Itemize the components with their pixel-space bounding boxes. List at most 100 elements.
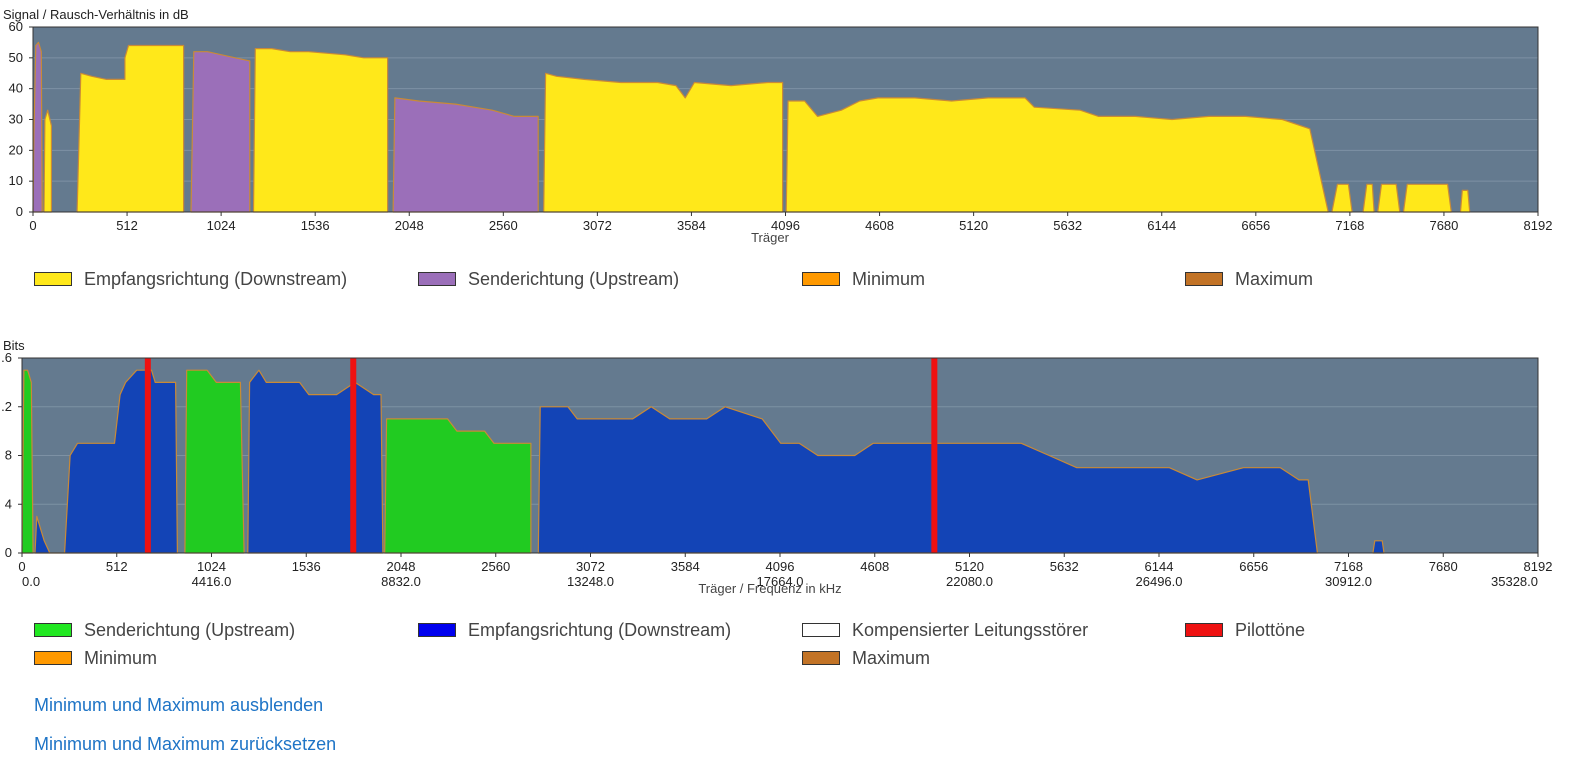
x-tick-label: 1536 [292, 559, 321, 574]
x-tick-label: 8192 [1524, 218, 1553, 233]
series-area-a [184, 369, 245, 554]
x-tick-label: 5120 [955, 559, 984, 574]
legend-item-upstream: Senderichtung (Upstream) [418, 268, 679, 290]
x-tick-label: 1024 [197, 559, 226, 574]
y-tick-label: .2 [1, 399, 12, 414]
compensated-swatch [802, 623, 840, 637]
y-tick-label: 40 [9, 81, 23, 96]
x-tick-label: 5632 [1053, 218, 1082, 233]
upstream-swatch [418, 272, 456, 286]
y-tick-label: 0 [5, 545, 12, 560]
minimum-swatch [802, 272, 840, 286]
y-tick-label: 60 [9, 19, 23, 34]
series-area-b [190, 51, 251, 213]
x-tick-label-frequency: 30912.0 [1325, 574, 1372, 589]
x-tick-label: 3584 [677, 218, 706, 233]
x-tick-label: 5632 [1050, 559, 1079, 574]
legend-item-downstream: Empfangsrichtung (Downstream) [34, 268, 347, 290]
legend-label: Maximum [1235, 268, 1314, 289]
bits-legend: Senderichtung (Upstream) Empfangsrichtun… [34, 619, 1574, 671]
y-tick-label: 10 [9, 173, 23, 188]
x-tick-label-frequency: 26496.0 [1136, 574, 1183, 589]
pilot-tone [144, 358, 151, 553]
legend-label: Kompensierter Leitungsstörer [852, 619, 1089, 640]
y-tick-label: 50 [9, 50, 23, 65]
maximum-swatch [1185, 272, 1223, 286]
snr-x-axis-label: Träger [751, 230, 789, 245]
bits-chart: Bits 048.2.6 0 512 1024 1536 2048 2560 3072 358… [1, 338, 1553, 596]
legend-label: Pilottöne [1235, 619, 1306, 640]
x-tick-label: 3072 [576, 559, 605, 574]
legend-label: Empfangsrichtung (Downstream) [468, 619, 732, 640]
x-tick-label: 4608 [865, 218, 894, 233]
x-tick-label: 8192 [1524, 559, 1553, 574]
snr-x-ticks: 0 512 1024 1536 2048 2560 3072 3584 4096 4608 5120… [29, 212, 1552, 233]
x-tick-label: 512 [106, 559, 128, 574]
upstream-swatch [34, 623, 72, 637]
x-tick-label: 3584 [671, 559, 700, 574]
series-area-a [1402, 183, 1452, 213]
x-tick-label: 4096 [766, 559, 795, 574]
x-tick-label: 512 [116, 218, 138, 233]
series-area-a [43, 109, 52, 213]
x-tick-label: 7168 [1335, 218, 1364, 233]
pilot-tone [931, 358, 938, 553]
x-tick-label: 2560 [481, 559, 510, 574]
minimum-swatch [34, 651, 72, 665]
legend-item-minimum: Minimum [34, 647, 157, 669]
x-tick-label: 2048 [395, 218, 424, 233]
legend-label: Senderichtung (Upstream) [84, 619, 296, 640]
x-tick-label-frequency: 13248.0 [567, 574, 614, 589]
legend-label: Empfangsrichtung (Downstream) [84, 268, 348, 289]
x-tick-label: 6656 [1239, 559, 1268, 574]
y-tick-label: 8 [5, 448, 12, 463]
series-area-b [247, 369, 384, 554]
x-tick-label: 7680 [1429, 218, 1458, 233]
x-tick-label: 0 [18, 559, 25, 574]
legend-item-compensated: Kompensierter Leitungsstörer [802, 619, 1088, 641]
x-tick-label-frequency: 35328.0 [1491, 574, 1538, 589]
series-area-a [1377, 183, 1401, 213]
snr-legend: Empfangsrichtung (Downstream) Sendericht… [34, 268, 1574, 292]
y-tick-label: 4 [5, 496, 12, 511]
x-tick-label: 3072 [583, 218, 612, 233]
hide-minmax-link[interactable]: Minimum und Maximum ausblenden [34, 695, 323, 716]
downstream-swatch [418, 623, 456, 637]
x-tick-label: 7680 [1429, 559, 1458, 574]
x-tick-label: 1536 [301, 218, 330, 233]
legend-label: Maximum [852, 647, 931, 668]
x-tick-label-frequency: 8832.0 [381, 574, 421, 589]
legend-label: Minimum [84, 647, 158, 668]
x-tick-label: 2048 [387, 559, 416, 574]
downstream-swatch [34, 272, 72, 286]
legend-label: Senderichtung (Upstream) [468, 268, 680, 289]
series-area-a [252, 48, 389, 213]
legend-item-upstream: Senderichtung (Upstream) [34, 619, 295, 641]
snr-y-axis-label: Signal / Rausch-Verhältnis in dB [3, 7, 189, 22]
y-tick-label: 0 [16, 204, 23, 219]
reset-minmax-link[interactable]: Minimum und Maximum zurücksetzen [34, 734, 336, 755]
x-tick-label-frequency: 0.0 [22, 574, 40, 589]
pilot-tone [350, 358, 357, 553]
x-tick-label: 5120 [959, 218, 988, 233]
y-tick-label: .6 [1, 350, 12, 365]
x-tick-label: 2560 [489, 218, 518, 233]
series-area-a [21, 369, 34, 554]
x-tick-label: 1024 [207, 218, 236, 233]
x-tick-label: 7168 [1334, 559, 1363, 574]
snr-chart: Signal / Rausch-Verhältnis in dB 0 10 20 30… [3, 7, 1552, 245]
series-area-a [1459, 189, 1471, 213]
x-tick-label: 6144 [1147, 218, 1176, 233]
legend-item-downstream: Empfangsrichtung (Downstream) [418, 619, 731, 641]
x-tick-label-frequency: 4416.0 [192, 574, 232, 589]
pilot-swatch [1185, 623, 1223, 637]
series-area-a [543, 72, 784, 213]
maximum-swatch [802, 651, 840, 665]
legend-item-maximum: Maximum [802, 647, 930, 669]
x-tick-label: 0 [29, 218, 36, 233]
legend-label: Minimum [852, 268, 926, 289]
bits-y-ticks: 0 4 8 .2 .6 [1, 350, 22, 560]
snr-y-ticks: 0 10 20 30 40 50 60 [9, 19, 33, 219]
legend-item-pilots: Pilottöne [1185, 619, 1305, 641]
x-tick-label-frequency: 22080.0 [946, 574, 993, 589]
